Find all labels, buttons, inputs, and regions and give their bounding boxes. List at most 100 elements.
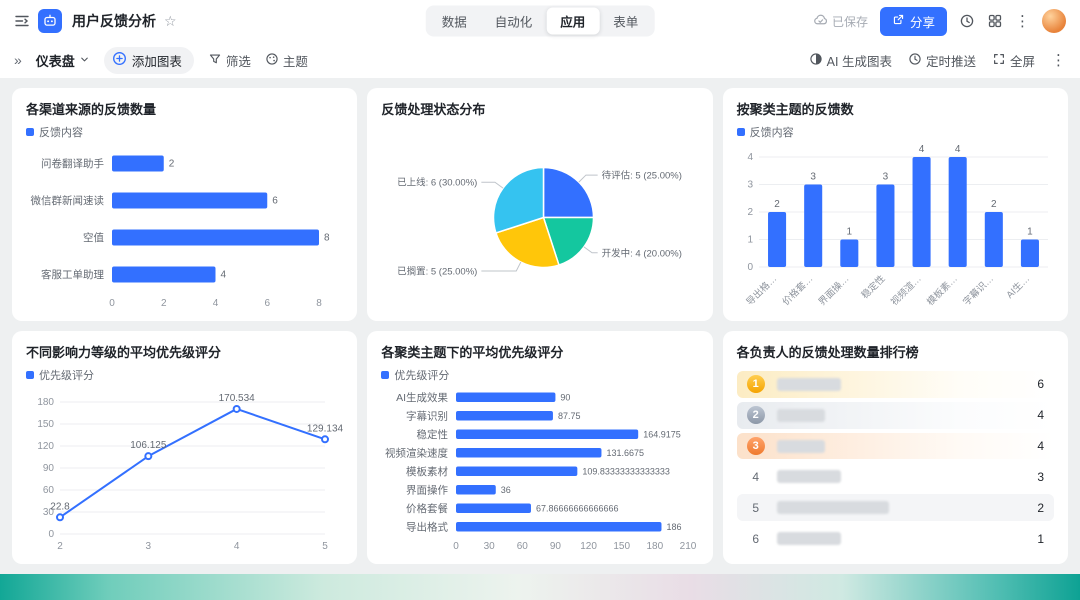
rank-row[interactable]: 52 xyxy=(736,494,1054,522)
rank-row[interactable]: 61 xyxy=(737,525,1054,552)
svg-text:已搁置: 5 (25.00%): 已搁置: 5 (25.00%) xyxy=(397,265,477,277)
svg-text:3: 3 xyxy=(747,180,753,191)
tab-data[interactable]: 数据 xyxy=(428,8,481,35)
topbar: 用户反馈分析 ☆ 数据 自动化 应用 表单 已保存 分享 ⋮ xyxy=(0,0,1080,42)
svg-text:4: 4 xyxy=(747,152,753,163)
rank-row[interactable]: 16 xyxy=(736,371,1054,398)
svg-text:2: 2 xyxy=(161,298,167,309)
horizontal-bar-chart-canvas: 0 30 60 90 120 150 180 210 AI生成效果 90 字幕识别 87.75 稳定性 1… xyxy=(381,384,698,552)
svg-text:129.134: 129.134 xyxy=(307,423,343,434)
svg-text:109.83333333333333: 109.83333333333333 xyxy=(583,466,671,476)
add-chart-label: 添加图表 xyxy=(131,54,182,69)
rank-value: 6 xyxy=(1037,377,1044,392)
rank-number: 6 xyxy=(752,531,759,546)
topbar-left: 用户反馈分析 ☆ xyxy=(14,9,177,33)
chart-legend: 反馈内容 xyxy=(26,125,343,139)
chart-title: 按聚类主题的反馈数 xyxy=(736,102,854,117)
chart-title: 反馈处理状态分布 xyxy=(381,102,486,117)
chart-card-channel-feedback[interactable]: 各渠道来源的反馈数量 反馈内容 0 2 4 6 8 问卷翻译助手 2 微信群新闻速读 6 空值 8 客… xyxy=(12,88,358,321)
pie-chart-canvas: 待评估: 5 (25.00%) 开发中: 4 (20.00%) 已搁置: 5 (25… xyxy=(381,122,698,309)
chart-card-topic-priority[interactable]: 各聚类主题下的平均优先级评分 优先级评分 0 30 60 90 120 150 180 210… xyxy=(367,331,713,564)
dashboard-selector[interactable]: 仪表盘 xyxy=(36,51,90,70)
legend-label: 优先级评分 xyxy=(394,370,450,382)
svg-text:180: 180 xyxy=(647,541,664,552)
svg-text:150: 150 xyxy=(37,419,54,430)
medal-icon: 2 xyxy=(746,406,765,425)
svg-text:界面操作: 界面操作 xyxy=(406,483,448,496)
svg-text:36: 36 xyxy=(501,485,511,495)
svg-text:170.534: 170.534 xyxy=(219,393,256,404)
sidebar-toggle-icon[interactable] xyxy=(14,13,30,29)
svg-text:90: 90 xyxy=(43,463,55,474)
svg-text:1: 1 xyxy=(1027,227,1033,238)
vertical-bar-chart-canvas: 0 1 2 3 4 2 导出格… 3 价格套… 1 界面操… 3 稳定性 4 视频渲… 4 模板素… 2 字幕识… 1… xyxy=(737,141,1054,309)
plus-circle-icon xyxy=(112,51,127,69)
filter-button[interactable]: 筛选 xyxy=(208,51,251,70)
rank-row[interactable]: 24 xyxy=(736,401,1054,429)
toolbar-more-icon[interactable]: ⋮ xyxy=(1051,51,1066,69)
app-window: 用户反馈分析 ☆ 数据 自动化 应用 表单 已保存 分享 ⋮ » 仪表盘 添加图… xyxy=(0,0,1080,600)
rank-value: 3 xyxy=(1037,469,1044,484)
fullscreen-button[interactable]: 全屏 xyxy=(992,51,1035,70)
tab-automation[interactable]: 自动化 xyxy=(481,8,547,35)
svg-text:4: 4 xyxy=(234,541,240,552)
chart-title: 各聚类主题下的平均优先级评分 xyxy=(381,345,564,360)
expand-panel-icon[interactable]: » xyxy=(14,52,22,68)
history-icon[interactable] xyxy=(959,13,975,29)
chart-legend: 优先级评分 xyxy=(381,368,698,382)
dashboard-selector-label: 仪表盘 xyxy=(35,53,75,69)
svg-text:164.9175: 164.9175 xyxy=(644,429,682,439)
tab-form[interactable]: 表单 xyxy=(599,8,652,35)
svg-text:90: 90 xyxy=(561,392,571,402)
legend-label: 反馈内容 xyxy=(39,127,83,139)
chart-title: 各渠道来源的反馈数量 xyxy=(26,102,157,117)
more-menu-icon[interactable]: ⋮ xyxy=(1015,12,1030,30)
theme-button[interactable]: 主题 xyxy=(265,51,308,70)
ai-generate-chart-label: AI 生成图表 xyxy=(826,54,892,69)
svg-text:0: 0 xyxy=(48,529,54,540)
chart-card-priority-line[interactable]: 不同影响力等级的平均优先级评分 优先级评分 0 30 60 90 120 150 180 2 3… xyxy=(12,331,358,564)
fullscreen-label: 全屏 xyxy=(1009,54,1035,69)
dashboard-toolbar: » 仪表盘 添加图表 筛选 主题 AI 生成图表 定时推送 全屏 ⋮ xyxy=(0,42,1080,78)
svg-text:微信群新闻速读: 微信群新闻速读 xyxy=(31,194,105,207)
svg-text:AI生…: AI生… xyxy=(1003,273,1031,301)
svg-text:3: 3 xyxy=(882,172,888,183)
rank-row[interactable]: 34 xyxy=(736,432,1054,460)
svg-text:界面操…: 界面操… xyxy=(816,273,851,308)
chart-card-status-pie[interactable]: 反馈处理状态分布 待评估: 5 (25.00%) 开发中: 4 (20.00%) 已… xyxy=(367,88,713,321)
ai-generate-chart-button[interactable]: AI 生成图表 xyxy=(809,51,892,70)
view-tabs: 数据 自动化 应用 表单 xyxy=(425,5,655,37)
avatar[interactable] xyxy=(1042,9,1066,33)
svg-text:60: 60 xyxy=(43,485,55,496)
svg-text:字幕识…: 字幕识… xyxy=(960,273,995,308)
svg-text:5: 5 xyxy=(322,541,328,552)
favorite-star-icon[interactable]: ☆ xyxy=(164,13,177,30)
legend-swatch xyxy=(736,128,745,136)
svg-text:0: 0 xyxy=(454,541,460,552)
share-button[interactable]: 分享 xyxy=(879,6,947,36)
save-status: 已保存 xyxy=(813,12,868,30)
redacted-owner-name xyxy=(776,470,841,484)
svg-text:2: 2 xyxy=(169,159,175,170)
svg-text:3: 3 xyxy=(146,541,152,552)
widgets-icon[interactable] xyxy=(987,13,1003,29)
svg-text:问卷翻译助手: 问卷翻译助手 xyxy=(41,157,104,170)
svg-text:186: 186 xyxy=(667,522,682,532)
svg-text:8: 8 xyxy=(324,233,330,244)
svg-text:87.75: 87.75 xyxy=(558,411,581,421)
add-chart-button[interactable]: 添加图表 xyxy=(103,46,194,74)
ai-half-circle-icon xyxy=(809,52,823,69)
tab-app[interactable]: 应用 xyxy=(546,7,600,35)
desktop-wallpaper-strip xyxy=(0,574,1080,600)
chart-svg: 03060901201501802 3 4 522.8106.125170.53412… xyxy=(37,393,343,552)
svg-text:客服工单助理: 客服工单助理 xyxy=(41,268,104,281)
chart-card-topic-count[interactable]: 按聚类主题的反馈数 反馈内容 0 1 2 3 4 2 导出格… 3 价格套… 1 界面操… 3 稳定性 4… xyxy=(722,88,1068,321)
svg-text:2: 2 xyxy=(774,199,780,210)
chart-title: 各负责人的反馈处理数量排行榜 xyxy=(736,345,919,360)
legend-swatch xyxy=(26,371,34,379)
rank-row[interactable]: 43 xyxy=(737,463,1054,490)
rank-value: 1 xyxy=(1037,531,1044,546)
share-button-label: 分享 xyxy=(909,15,935,30)
scheduled-push-button[interactable]: 定时推送 xyxy=(908,51,976,70)
chart-card-owner-ranking[interactable]: 各负责人的反馈处理数量排行榜 162434435261 xyxy=(722,331,1068,564)
